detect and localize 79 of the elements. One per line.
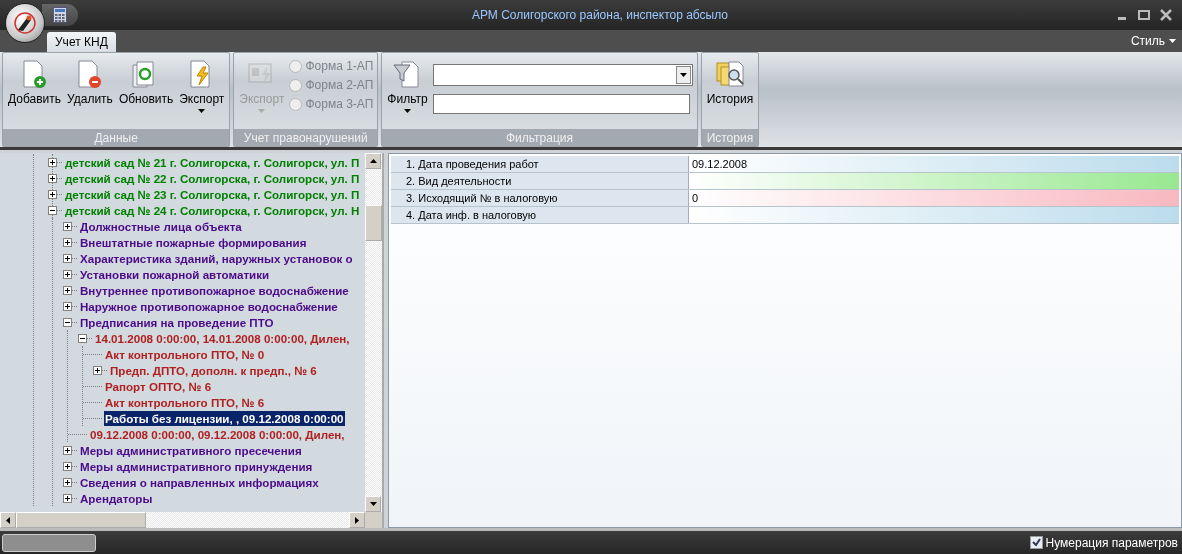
ribbon-button[interactable]: Обновить [117,57,175,127]
tree-item[interactable]: Внутреннее противопожарное водоснабжение [79,282,350,298]
expand-icon[interactable] [63,269,72,279]
tree-item[interactable]: Акт контрольного ПТО, № 0 [104,346,266,362]
checkmark-icon [1031,538,1041,547]
expand-icon[interactable] [63,301,72,311]
logo-icon [13,11,37,35]
tree-item[interactable]: Внештатные пожарные формирования [79,234,308,250]
collapse-icon[interactable] [63,317,72,327]
tree-item[interactable]: Рапорт ОПТО, № 6 [104,378,213,394]
filter-field[interactable] [432,94,690,114]
property-name: 4. Дата инф. в налоговую [391,207,689,223]
history-search-icon [714,59,745,89]
ribbon-button[interactable]: Экспорт [178,57,226,127]
collapse-icon[interactable] [78,333,87,343]
expand-icon[interactable] [63,285,72,295]
tree-item[interactable]: 09.12.2008 0:00:00, 09.12.2008 0:00:00, Дилен, [89,426,346,442]
tree-item[interactable]: Предписания на проведение ПТО [79,314,275,330]
expand-icon[interactable] [63,493,72,503]
ribbon-button[interactable]: История [705,57,755,127]
tree-item[interactable]: Должностные лица объекта [79,218,243,234]
group-title: Данные [3,129,230,146]
expand-icon[interactable] [63,253,72,263]
tree-item[interactable]: Арендаторы [79,490,154,506]
down-arrow-icon[interactable] [369,502,377,506]
horizontal-scrollbar[interactable] [0,512,365,528]
property-name: 2. Вид деятельности [391,173,689,189]
expand-icon[interactable] [63,237,72,247]
dropdown-arrow-icon[interactable] [679,73,687,77]
calculator-icon[interactable] [53,7,67,23]
ribbon-button[interactable]: Добавить [7,57,63,127]
ribbon-tab[interactable]: Учет КНД [47,32,116,52]
expand-icon[interactable] [63,445,72,455]
tree-item[interactable]: Меры административного принуждения [79,458,314,474]
tree-item[interactable]: Сведения о направленных информациях [79,474,320,490]
group-title: История [701,129,759,146]
maximize-button[interactable] [1136,8,1152,22]
tree-item[interactable]: Установки пожарной автоматики [79,266,271,282]
property-name: 3. Исходящий № в налоговую [391,190,689,206]
group-title: Учет правонарушений [234,129,378,146]
property-value[interactable]: 0 [689,190,1179,206]
ribbon-button[interactable]: Фильтр [386,57,429,127]
left-arrow-icon[interactable] [6,516,10,524]
expand-icon[interactable] [48,189,57,199]
expand-icon[interactable] [93,365,102,375]
tree-item[interactable]: Меры административного пресечения [79,442,303,458]
property-value[interactable]: 09.12.2008 [689,156,1179,172]
caret-icon [1169,39,1176,43]
up-arrow-icon[interactable] [369,159,377,163]
expand-icon[interactable] [48,173,57,183]
tree-item[interactable]: детский сад № 22 г. Солигорска, г. Солигорск, ул. П [64,170,361,186]
expand-icon[interactable] [63,221,72,231]
style-menu[interactable]: Стиль [1130,34,1176,48]
expand-icon[interactable] [63,477,72,487]
tree-item[interactable]: Предп. ДПТО, дополн. к предп., № 6 [109,362,318,378]
tree-item[interactable]: 14.01.2008 0:00:00, 14.01.2008 0:00:00, Дилен, [94,330,351,346]
expand-icon[interactable] [48,157,57,167]
tree-item[interactable]: Работы без лицензии, , 09.12.2008 0:00:00 [104,410,345,426]
scroll-thumb[interactable] [16,512,146,528]
filter-combo[interactable] [432,64,693,86]
ribbon-button[interactable]: Удалить [66,57,114,127]
scroll-thumb[interactable] [365,204,382,241]
numbering-checkbox[interactable]: Нумерация параметров [1029,535,1178,550]
tree-item[interactable]: Акт контрольного ПТО, № 6 [104,394,266,410]
window-title: АРМ Солигорского района, инспектор абсыло [470,8,730,22]
tree-item[interactable]: детский сад № 23 г. Солигорска, г. Солигорск, ул. П [64,186,361,202]
tree-item[interactable]: Наружное противопожарное водоснабжение [79,298,339,314]
tree-item[interactable]: детский сад № 24 г. Солигорска, г. Солигорск, ул. Н [64,202,361,218]
collapse-icon[interactable] [48,205,57,215]
property-name: 1. Дата проведения работ [391,156,689,172]
vertical-scrollbar[interactable] [365,153,382,512]
app-menu-button[interactable] [5,3,45,43]
tree-item[interactable]: Характеристика зданий, наружных установок о [79,250,354,266]
close-button[interactable] [1158,8,1174,22]
group-title: Фильтрация [382,129,697,146]
scrollbar-corner [365,512,382,528]
expand-icon[interactable] [63,461,72,471]
tree-item[interactable]: детский сад № 21 г. Солигорска, г. Солигорск, ул. П [64,154,361,170]
right-arrow-icon[interactable] [355,516,359,524]
